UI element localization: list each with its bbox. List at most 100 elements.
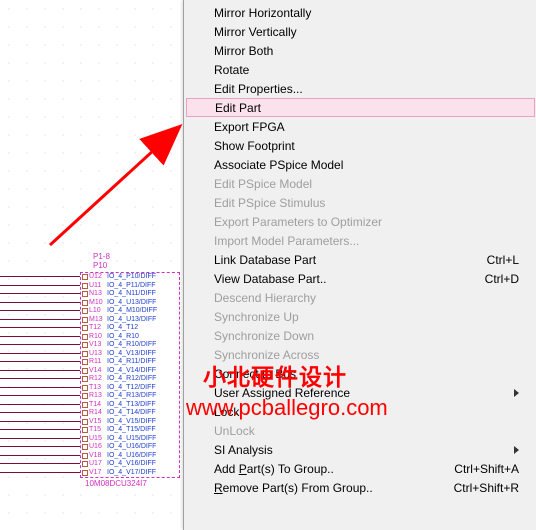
menu-label: Synchronize Up	[214, 310, 519, 324]
pin-number: V17	[89, 469, 107, 478]
pin-box-icon	[82, 351, 88, 357]
menu-label: Mirror Vertically	[214, 25, 519, 39]
menu-item-remove-part-s-from-group[interactable]: Remove Part(s) From Group..Ctrl+Shift+R	[184, 478, 536, 497]
menu-item-associate-pspice-model[interactable]: Associate PSpice Model	[184, 155, 536, 174]
pin-number: T12	[89, 324, 107, 333]
pin-number: N13	[89, 290, 107, 299]
pin-box-icon	[82, 461, 88, 467]
pin-row[interactable]: U16IO_4_U16/DIFF	[81, 443, 179, 452]
pin-name: IO_4_U13/DIFF	[107, 316, 156, 325]
pin-row[interactable]: R14IO_4_T14/DIFF	[81, 409, 179, 418]
pin-name: IO_4_T15/DIFF	[107, 426, 156, 435]
menu-item-link-database-part[interactable]: Link Database PartCtrl+L	[184, 250, 536, 269]
menu-label: Associate PSpice Model	[214, 158, 519, 172]
net-wire	[0, 463, 80, 464]
pin-box-icon	[82, 334, 88, 340]
pin-box-icon	[82, 393, 88, 399]
pin-box-icon	[82, 274, 88, 280]
menu-item-export-parameters-to-optimizer: Export Parameters to Optimizer	[184, 212, 536, 231]
pin-row[interactable]: U15IO_4_U15/DIFF	[81, 435, 179, 444]
pin-row[interactable]: V13IO_4_R10/DIFF	[81, 341, 179, 350]
pin-row[interactable]: T15IO_4_T15/DIFF	[81, 426, 179, 435]
pin-row[interactable]: U11IO_4_P11/DIFF	[81, 282, 179, 291]
pin-row[interactable]: M10IO_4_U13/DIFF	[81, 299, 179, 308]
pin-row[interactable]: R10IO_4_R10	[81, 333, 179, 342]
menu-item-connect-to-bus[interactable]: Connect to Bus	[184, 364, 536, 383]
net-wire	[0, 438, 80, 439]
pin-box-icon	[82, 283, 88, 289]
pin-box-icon	[82, 308, 88, 314]
net-wire	[0, 370, 80, 371]
pin-number: U13	[89, 350, 107, 359]
pin-box-icon	[82, 385, 88, 391]
menu-item-show-footprint[interactable]: Show Footprint	[184, 136, 536, 155]
pin-number: R11	[89, 358, 107, 367]
menu-shortcut: Ctrl+D	[485, 272, 519, 286]
menu-item-mirror-horizontally[interactable]: Mirror Horizontally	[184, 3, 536, 22]
pin-row[interactable]: R11IO_4_R11/DIFF	[81, 358, 179, 367]
net-wire	[0, 361, 80, 362]
pin-row[interactable]: U12IO_4_P10/DIFF	[81, 273, 179, 282]
net-wire	[0, 378, 80, 379]
part-value: 10M08DCU324I7	[85, 480, 147, 489]
menu-item-unlock: UnLock	[184, 421, 536, 440]
menu-item-edit-part[interactable]: Edit Part	[186, 98, 535, 117]
menu-item-add-part-s-to-group[interactable]: Add Part(s) To Group..Ctrl+Shift+A	[184, 459, 536, 478]
net-wire	[0, 302, 80, 303]
menu-item-si-analysis[interactable]: SI Analysis	[184, 440, 536, 459]
net-wire	[0, 446, 80, 447]
pin-box-icon	[82, 342, 88, 348]
menu-item-mirror-vertically[interactable]: Mirror Vertically	[184, 22, 536, 41]
pin-row[interactable]: U13IO_4_V13/DIFF	[81, 350, 179, 359]
pin-box-icon	[82, 359, 88, 365]
menu-item-import-model-parameters: Import Model Parameters...	[184, 231, 536, 250]
pin-number: V18	[89, 452, 107, 461]
pin-row[interactable]: N13IO_4_N11/DIFF	[81, 290, 179, 299]
pin-row[interactable]: L10IO_4_M10/DIFF	[81, 307, 179, 316]
pin-number: R14	[89, 409, 107, 418]
pin-box-icon	[82, 376, 88, 382]
pin-name: IO_4_T12	[107, 324, 138, 333]
part-header: P1-8 P10	[93, 253, 110, 270]
net-wire	[0, 319, 80, 320]
pin-name: IO_4_N11/DIFF	[107, 290, 156, 299]
menu-label: Connect to Bus	[214, 367, 519, 381]
menu-label: View Database Part..	[214, 272, 485, 286]
pin-number: U15	[89, 435, 107, 444]
pin-name: IO_4_T13/DIFF	[107, 401, 156, 410]
menu-item-synchronize-up: Synchronize Up	[184, 307, 536, 326]
pin-row[interactable]: T13IO_4_T12/DIFF	[81, 384, 179, 393]
part-ref: P10	[93, 262, 110, 271]
menu-item-edit-properties[interactable]: Edit Properties...	[184, 79, 536, 98]
pin-row[interactable]: V17IO_4_V17/DIFF	[81, 469, 179, 478]
pin-row[interactable]: R13IO_4_R13/DIFF	[81, 392, 179, 401]
menu-item-user-assigned-reference[interactable]: User Assigned Reference	[184, 383, 536, 402]
pin-box-icon	[82, 300, 88, 306]
pin-row[interactable]: T12IO_4_T12	[81, 324, 179, 333]
net-wire	[0, 472, 80, 473]
pin-number: V15	[89, 418, 107, 427]
pin-name: IO_4_V15/DIFF	[107, 418, 156, 427]
menu-item-view-database-part[interactable]: View Database Part..Ctrl+D	[184, 269, 536, 288]
pin-row[interactable]: T14IO_4_T13/DIFF	[81, 401, 179, 410]
menu-item-rotate[interactable]: Rotate	[184, 60, 536, 79]
fpga-component[interactable]: P1-8 P10 U12IO_4_P10/DIFFU11IO_4_P11/DIF…	[80, 272, 180, 478]
menu-item-mirror-both[interactable]: Mirror Both	[184, 41, 536, 60]
pin-number: T15	[89, 426, 107, 435]
pin-row[interactable]: V14IO_4_V14/DIFF	[81, 367, 179, 376]
menu-item-export-fpga[interactable]: Export FPGA	[184, 117, 536, 136]
pin-row[interactable]: R12IO_4_R12/DIFF	[81, 375, 179, 384]
menu-label: Import Model Parameters...	[214, 234, 519, 248]
pin-box-icon	[82, 368, 88, 374]
pin-row[interactable]: V18IO_4_U16/DIFF	[81, 452, 179, 461]
menu-label: UnLock	[214, 424, 519, 438]
menu-label: Export Parameters to Optimizer	[214, 215, 519, 229]
context-menu: Mirror Horizontally Mirror Vertically Mirr…	[183, 0, 536, 530]
net-wire	[0, 327, 80, 328]
pin-box-icon	[82, 427, 88, 433]
pin-row[interactable]: M13IO_4_U13/DIFF	[81, 316, 179, 325]
menu-label: Show Footprint	[214, 139, 519, 153]
pin-row[interactable]: V15IO_4_V15/DIFF	[81, 418, 179, 427]
menu-item-lock[interactable]: Lock	[184, 402, 536, 421]
pin-row[interactable]: U17IO_4_V16/DIFF	[81, 460, 179, 469]
